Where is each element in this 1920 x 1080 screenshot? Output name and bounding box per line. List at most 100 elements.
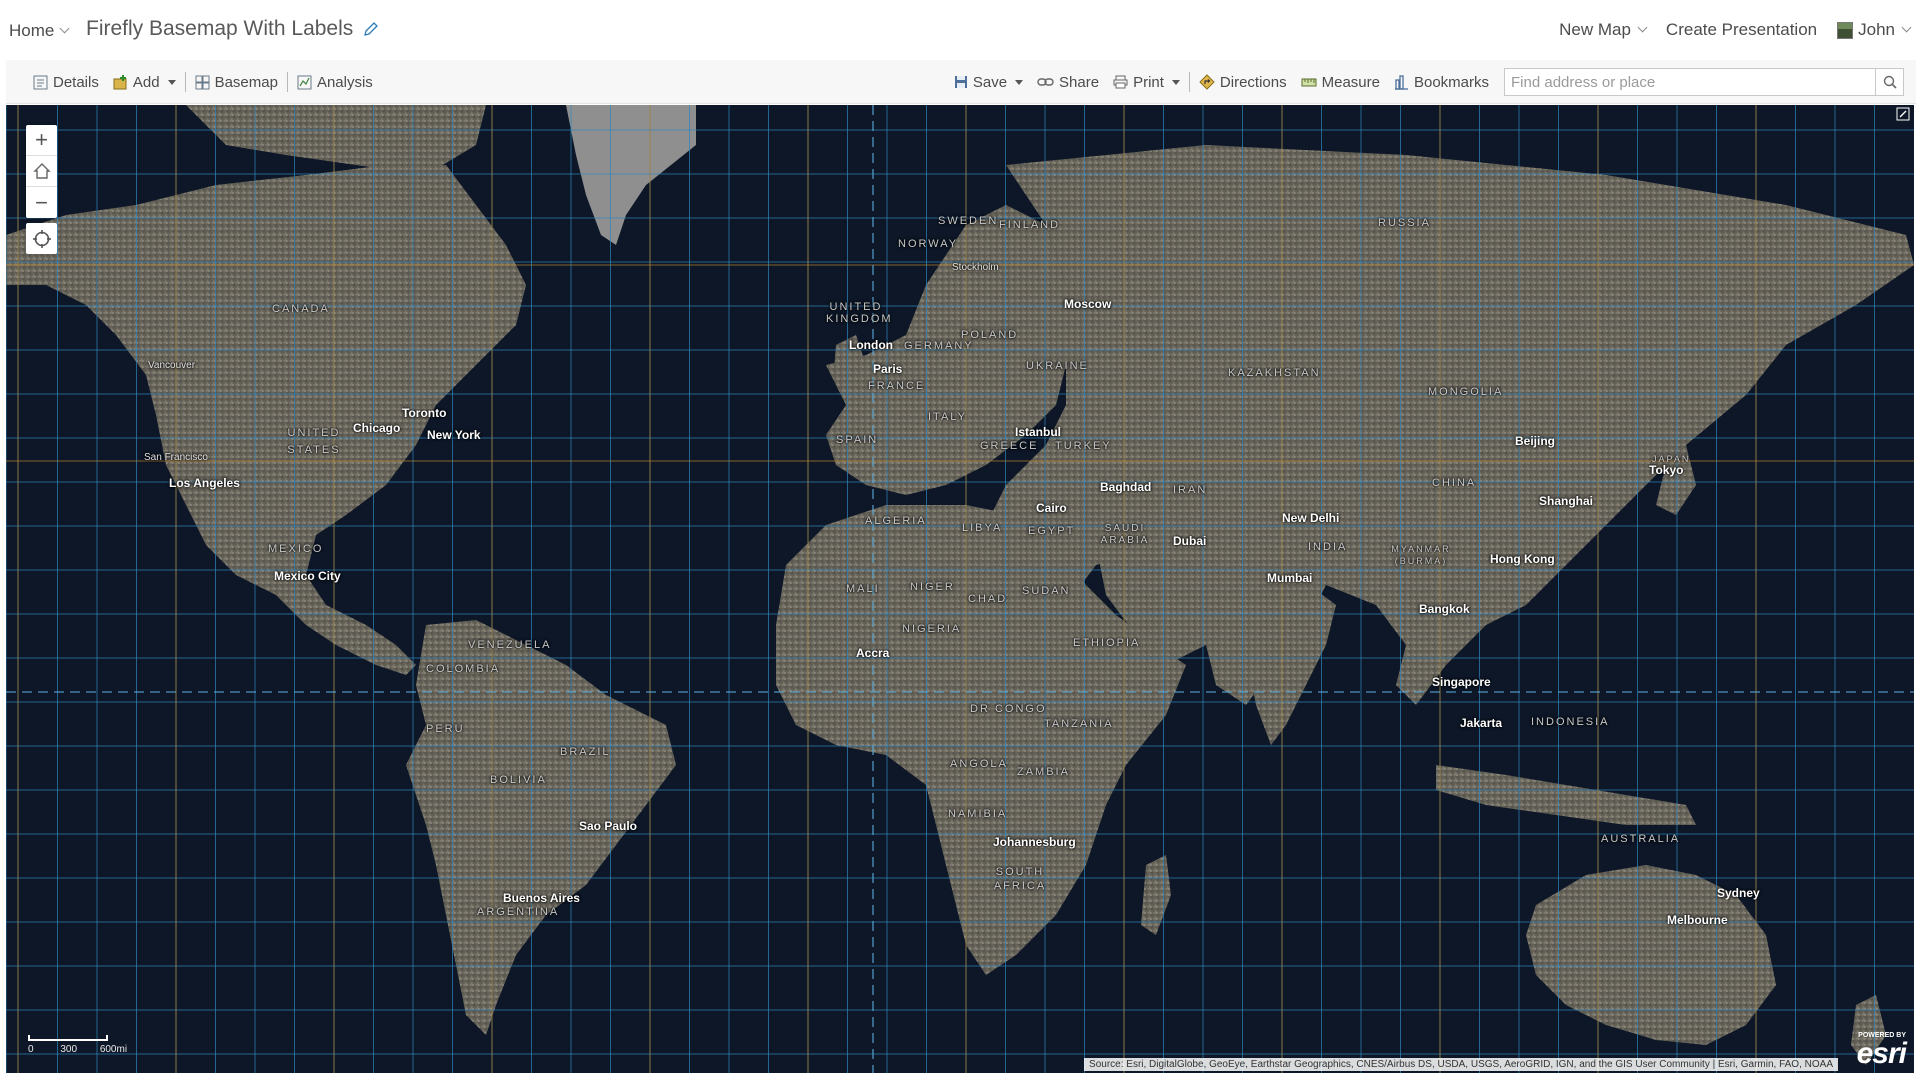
city-label-new-york: New York bbox=[427, 428, 481, 442]
city-label-bangkok: Bangkok bbox=[1419, 602, 1470, 616]
country-label-bolivia: BOLIVIA bbox=[490, 774, 547, 786]
city-label-johannesburg: Johannesburg bbox=[993, 835, 1076, 849]
avatar[interactable] bbox=[1837, 21, 1854, 39]
print-icon bbox=[1113, 75, 1128, 89]
city-label-istanbul: Istanbul bbox=[1015, 425, 1062, 439]
measure-button[interactable]: Measure bbox=[1294, 74, 1387, 91]
city-label-buenos-aires: Buenos Aires bbox=[503, 891, 580, 905]
header-right: New Map Create Presentation John bbox=[1559, 20, 1912, 40]
country-label-nigeria: NIGERIA bbox=[902, 623, 962, 635]
bookmarks-icon bbox=[1394, 74, 1408, 90]
caret-down-icon bbox=[1015, 79, 1024, 85]
scale-bar: 0 300 600mi bbox=[28, 1035, 127, 1055]
map-attribution[interactable]: Source: Esri, DigitalGlobe, GeoEye, Eart… bbox=[1084, 1058, 1838, 1071]
caret-down-icon bbox=[1171, 79, 1180, 85]
zoom-out-button[interactable]: − bbox=[26, 187, 57, 218]
country-label-libya: LIBYA bbox=[962, 522, 1003, 534]
country-label-germany: GERMANY bbox=[904, 340, 974, 352]
country-label-brazil: BRAZIL bbox=[560, 746, 611, 758]
add-button[interactable]: Add bbox=[106, 74, 183, 91]
scale-label-600: 600mi bbox=[99, 1044, 128, 1055]
user-name[interactable]: John bbox=[1858, 20, 1895, 40]
country-label-russia: RUSSIA bbox=[1378, 217, 1431, 229]
details-label: Details bbox=[53, 73, 99, 91]
zoom-controls: + − bbox=[26, 125, 57, 218]
country-label-finland: FINLAND bbox=[999, 219, 1061, 231]
scale-label-0: 0 bbox=[28, 1044, 34, 1055]
directions-icon bbox=[1199, 74, 1215, 90]
save-icon bbox=[954, 76, 967, 88]
home-label[interactable]: Home bbox=[9, 21, 54, 41]
search-button[interactable] bbox=[1875, 69, 1903, 95]
locate-crosshair-icon bbox=[32, 229, 51, 248]
edit-pencil-icon[interactable] bbox=[363, 21, 379, 37]
country-label-united-states: UNITED STATES bbox=[287, 427, 341, 456]
country-label-sweden: SWEDEN bbox=[938, 215, 999, 227]
city-label-mexico-city: Mexico City bbox=[274, 569, 341, 583]
caret-down-icon bbox=[167, 79, 176, 85]
country-label-niger: NIGER bbox=[910, 581, 955, 593]
expand-icon[interactable] bbox=[1896, 107, 1910, 121]
toolbar-left: Details Add Basemap Analysis bbox=[26, 72, 380, 92]
analysis-button[interactable]: Analysis bbox=[290, 74, 380, 91]
country-label-ethiopia: ETHIOPIA bbox=[1073, 637, 1141, 649]
city-label-moscow: Moscow bbox=[1064, 297, 1112, 311]
print-button[interactable]: Print bbox=[1106, 74, 1187, 91]
save-button[interactable]: Save bbox=[947, 74, 1030, 91]
search-icon bbox=[1883, 75, 1897, 89]
city-label-stockholm: Stockholm bbox=[952, 262, 999, 273]
map-view[interactable]: + − Vancouver San Francisco Los Angeles … bbox=[6, 105, 1914, 1073]
city-label-dubai: Dubai bbox=[1173, 534, 1207, 548]
country-label-poland: POLAND bbox=[961, 329, 1019, 341]
basemap-label: Basemap bbox=[214, 73, 278, 91]
toolbar-divider bbox=[184, 72, 186, 92]
scale-bar-line bbox=[28, 1035, 108, 1041]
country-label-france: FRANCE bbox=[868, 380, 926, 392]
share-button[interactable]: Share bbox=[1030, 74, 1106, 91]
country-label-turkey: TURKEY bbox=[1055, 440, 1112, 452]
city-label-chicago: Chicago bbox=[353, 421, 401, 435]
esri-logo[interactable]: POWERED BY esri bbox=[1857, 1032, 1907, 1069]
share-link-icon bbox=[1037, 78, 1054, 86]
measure-label: Measure bbox=[1321, 73, 1380, 91]
directions-label: Directions bbox=[1219, 73, 1287, 91]
bookmarks-button[interactable]: Bookmarks bbox=[1387, 74, 1496, 91]
zoom-in-button[interactable]: + bbox=[26, 125, 57, 156]
print-label: Print bbox=[1133, 73, 1164, 91]
country-label-india: INDIA bbox=[1308, 541, 1348, 553]
search-input[interactable] bbox=[1505, 69, 1875, 95]
city-label-accra: Accra bbox=[856, 646, 890, 660]
new-map-menu[interactable]: New Map bbox=[1559, 20, 1648, 40]
new-map-label[interactable]: New Map bbox=[1559, 20, 1631, 40]
user-menu[interactable]: John bbox=[1837, 20, 1912, 40]
city-label-baghdad: Baghdad bbox=[1100, 480, 1152, 494]
share-label: Share bbox=[1059, 73, 1100, 91]
home-extent-button[interactable] bbox=[26, 156, 57, 187]
locate-button[interactable] bbox=[26, 223, 57, 254]
country-label-united-kingdom: UNITED KINGDOM bbox=[826, 301, 893, 325]
city-label-paris: Paris bbox=[873, 362, 903, 376]
basemap-button[interactable]: Basemap bbox=[188, 74, 285, 91]
country-label-algeria: ALGERIA bbox=[865, 515, 927, 527]
country-label-peru: PERU bbox=[426, 723, 465, 735]
country-label-colombia: COLOMBIA bbox=[426, 663, 501, 675]
country-label-egypt: EGYPT bbox=[1028, 525, 1076, 537]
country-label-canada: CANADA bbox=[272, 303, 330, 315]
app-header: Home Firefly Basemap With Labels New Map… bbox=[0, 0, 1920, 60]
country-label-zambia: ZAMBIA bbox=[1017, 766, 1070, 778]
world-imagery-basemap bbox=[6, 105, 1914, 1073]
create-presentation-link[interactable]: Create Presentation bbox=[1666, 20, 1817, 40]
measure-icon bbox=[1301, 78, 1317, 86]
country-label-australia: AUSTRALIA bbox=[1601, 833, 1681, 845]
toolbar-divider bbox=[286, 72, 288, 92]
city-label-shanghai: Shanghai bbox=[1539, 494, 1594, 508]
create-presentation-label[interactable]: Create Presentation bbox=[1666, 20, 1817, 40]
city-label-jakarta: Jakarta bbox=[1460, 716, 1503, 730]
country-label-norway: NORWAY bbox=[898, 238, 959, 250]
country-label-spain: SPAIN bbox=[836, 434, 879, 446]
directions-button[interactable]: Directions bbox=[1192, 74, 1294, 91]
city-label-toronto: Toronto bbox=[402, 406, 447, 420]
country-label-iran: IRAN bbox=[1173, 484, 1208, 496]
details-button[interactable]: Details bbox=[26, 74, 106, 91]
home-menu[interactable]: Home bbox=[9, 21, 70, 41]
